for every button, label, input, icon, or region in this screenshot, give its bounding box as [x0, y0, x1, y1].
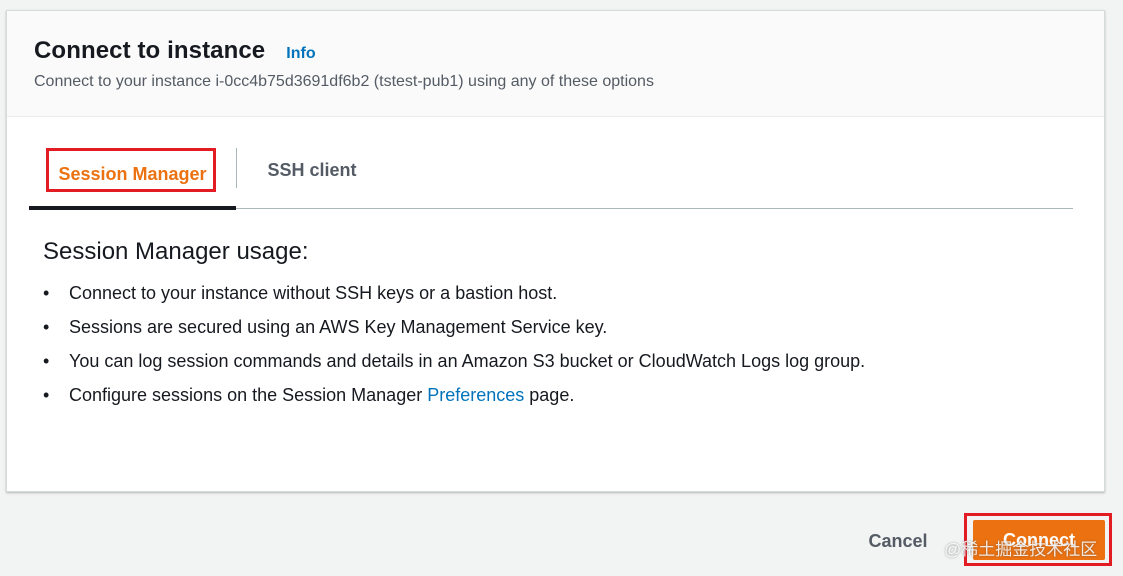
connect-highlight-box [964, 513, 1112, 566]
preferences-link[interactable]: Preferences [427, 385, 524, 405]
info-link[interactable]: Info [286, 45, 315, 63]
title-row: Connect to instance Info [34, 37, 1104, 65]
cancel-button[interactable]: Cancel [858, 524, 938, 558]
page-subtitle: Connect to your instance i-0cc4b75d3691d… [34, 73, 654, 90]
usage-heading: Session Manager usage: [43, 238, 309, 265]
list-item: You can log session commands and details… [43, 344, 865, 378]
preferences-prefix: Configure sessions on the Session Manage… [69, 385, 428, 405]
list-item: Configure sessions on the Session Manage… [43, 378, 865, 412]
list-item: Connect to your instance without SSH key… [43, 276, 865, 310]
usage-list: Connect to your instance without SSH key… [43, 276, 865, 412]
panel-header: Connect to instance Info Connect to your… [7, 11, 1104, 117]
tab-ssh-client-label: SSH client [267, 159, 357, 180]
session-manager-content: Session Manager usage: Connect to your i… [43, 232, 865, 412]
list-item: Sessions are secured using an AWS Key Ma… [43, 310, 865, 344]
page-title: Connect to instance [34, 37, 266, 64]
tab-session-manager-label: Session Manager [58, 163, 207, 184]
preferences-suffix: page. [524, 385, 575, 405]
tab-ssh-client[interactable]: SSH client [239, 140, 385, 200]
tab-session-manager[interactable]: Session Manager [29, 140, 236, 210]
tab-divider [236, 148, 237, 188]
connection-method-tabs: Session Manager SSH client [29, 140, 1073, 210]
